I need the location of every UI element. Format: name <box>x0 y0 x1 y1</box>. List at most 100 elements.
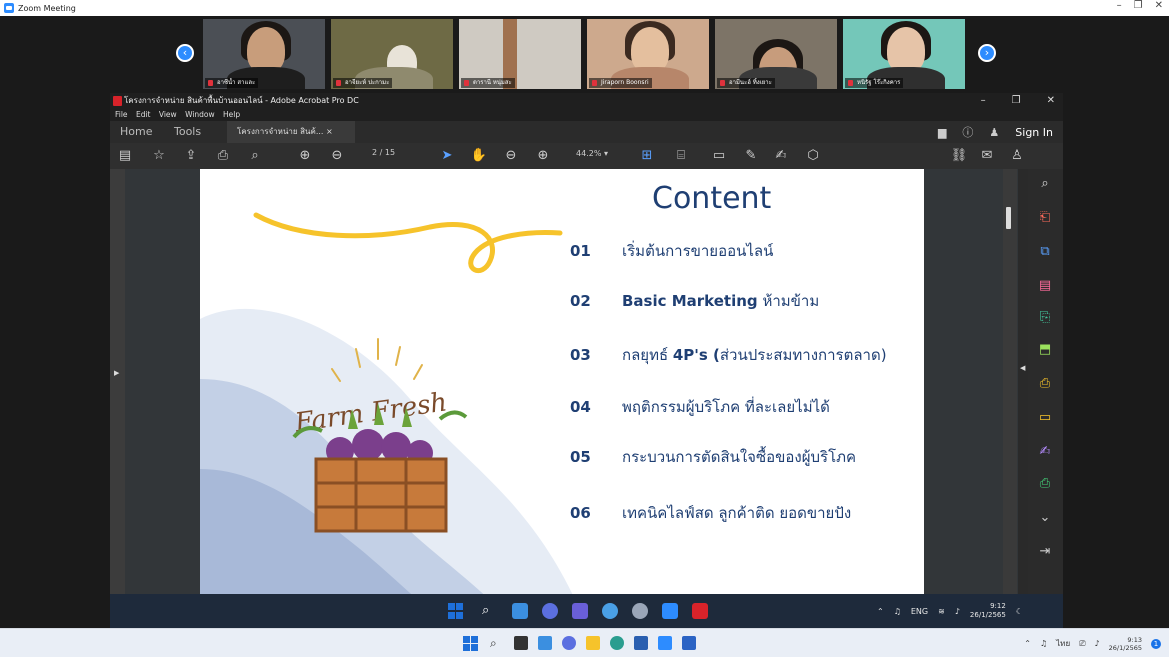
start-icon[interactable] <box>463 636 478 651</box>
presentation-icon[interactable]: ⌸ <box>672 147 690 165</box>
sign-in-button[interactable]: Sign In <box>1015 126 1053 139</box>
collapse-pane-icon[interactable]: ⇥ <box>1036 543 1054 561</box>
edge-icon[interactable] <box>610 636 624 650</box>
shared-clock[interactable]: 9:12 26/1/2565 <box>970 602 1006 620</box>
task-view-icon[interactable] <box>512 603 528 619</box>
share-link-icon[interactable]: ⛓ <box>950 147 968 165</box>
tab-tools[interactable]: Tools <box>174 121 201 143</box>
teams-icon[interactable] <box>572 603 588 619</box>
language-indicator[interactable]: ENG <box>911 607 928 616</box>
select-cursor-icon[interactable]: ➤ <box>438 147 456 165</box>
zoom-in-icon[interactable]: ⊕ <box>534 147 552 165</box>
left-panel-toggle[interactable]: ▶ <box>110 169 125 610</box>
menu-view[interactable]: View <box>159 110 177 119</box>
search-icon[interactable]: ⌕ <box>482 603 498 619</box>
request-signature-icon[interactable]: ⎙ <box>1036 375 1054 393</box>
more-tools-chevron-icon[interactable]: ⌄ <box>1036 509 1054 527</box>
zoom-taskbar-icon[interactable] <box>662 603 678 619</box>
comment-tool-icon[interactable]: ▭ <box>710 147 728 165</box>
language-indicator[interactable]: ไทย <box>1056 637 1070 650</box>
video-tile[interactable]: อามีนะฮ์ ทิ้งเยาะ <box>715 19 837 89</box>
chevron-up-icon[interactable]: ⌃ <box>1024 639 1031 648</box>
volume-icon[interactable]: ♪ <box>955 607 960 616</box>
chat-icon[interactable] <box>562 636 576 650</box>
chevron-up-icon[interactable]: ⌃ <box>877 607 884 616</box>
minimize-button[interactable]: – <box>1117 0 1122 11</box>
zoom-out-icon[interactable]: ⊖ <box>502 147 520 165</box>
combine-files-icon[interactable]: ⧉ <box>1036 243 1054 261</box>
menu-window[interactable]: Window <box>185 110 215 119</box>
create-pdf-icon[interactable]: ⎗ <box>1036 209 1054 227</box>
hand-tool-icon[interactable]: ✋ <box>470 147 488 165</box>
next-page-button[interactable]: › <box>978 44 996 62</box>
network-icon[interactable]: ⎚ <box>1079 639 1085 649</box>
start-icon[interactable] <box>448 603 464 619</box>
chat-icon[interactable] <box>542 603 558 619</box>
comment-panel-icon[interactable]: ▭ <box>1036 409 1054 427</box>
menu-edit[interactable]: Edit <box>136 110 151 119</box>
settings-icon[interactable] <box>632 603 648 619</box>
menu-help[interactable]: Help <box>223 110 240 119</box>
file-explorer-icon[interactable] <box>586 636 600 650</box>
search-icon[interactable]: ⌕ <box>1036 175 1054 193</box>
add-user-icon[interactable]: ♙ <box>1008 147 1026 165</box>
video-tile[interactable]: Jiraporn Boonsri <box>587 19 709 89</box>
acrobat-toolbar: ▤ ☆ ⇪ ⎙ ⌕ ⊕ ⊖ 2 / 15 ➤ ✋ ⊖ ⊕ 44.2% ▾ ⊞ ⌸… <box>110 143 1063 169</box>
video-tile[interactable]: อาซีน้ำ สาและ <box>203 19 325 89</box>
notification-badge[interactable]: 1 <box>1151 638 1161 649</box>
fill-sign-icon[interactable]: ✍ <box>1036 443 1054 461</box>
video-tile[interactable]: หนิรัฐ โร๊ะกิงคาร <box>843 19 965 89</box>
zoom-level-select[interactable]: 44.2% ▾ <box>576 149 608 158</box>
word-icon[interactable] <box>682 636 696 650</box>
mic-icon[interactable]: ♫ <box>894 607 901 616</box>
stamp-icon[interactable]: ⬡ <box>804 147 822 165</box>
task-view-icon[interactable] <box>514 636 528 650</box>
previous-page-button[interactable]: ‹ <box>176 44 194 62</box>
sign-icon[interactable]: ✍ <box>772 147 790 165</box>
maximize-button[interactable]: ❐ <box>1134 0 1143 11</box>
star-icon[interactable]: ☆ <box>150 147 168 165</box>
zoom-taskbar-icon[interactable] <box>658 636 672 650</box>
acrobat-titlebar: โครงการจำหน่าย สินค้าพื้นบ้านออนไลน์ - A… <box>110 93 1063 109</box>
tab-document[interactable]: โครงการจำหน่าย สินค้... × <box>227 121 355 143</box>
highlight-pen-icon[interactable]: ✎ <box>742 147 760 165</box>
page-down-icon[interactable]: ⊖ <box>328 147 346 165</box>
print-icon[interactable]: ⎙ <box>214 147 232 165</box>
acrobat-taskbar-icon[interactable] <box>692 603 708 619</box>
app-icon[interactable] <box>602 603 618 619</box>
page-up-icon[interactable]: ⊕ <box>296 147 314 165</box>
search-icon[interactable]: ⌕ <box>490 636 504 650</box>
upload-icon[interactable]: ⇪ <box>182 147 200 165</box>
store-icon[interactable] <box>634 636 648 650</box>
zoom-search-icon[interactable]: ⌕ <box>246 147 264 165</box>
video-strip: ‹ อาซีน้ำ สาและ อาจียะห์ ปะกามะ ดารานี ห… <box>0 16 1169 92</box>
minimize-button[interactable]: – <box>981 93 986 109</box>
wifi-icon[interactable]: ≋ <box>938 607 945 616</box>
edit-pdf-icon[interactable]: ⎘ <box>1036 309 1054 327</box>
video-tile[interactable]: อาจียะห์ ปะกามะ <box>331 19 453 89</box>
bell-icon[interactable]: ♟ <box>989 126 999 139</box>
close-button[interactable]: ✕ <box>1155 0 1163 11</box>
close-button[interactable]: ✕ <box>1047 93 1055 109</box>
volume-icon[interactable]: ♪ <box>1095 639 1100 648</box>
right-panel-toggle[interactable]: ◀ <box>1018 169 1028 610</box>
fit-page-icon[interactable]: ⊞ <box>638 147 656 165</box>
export-pdf-icon[interactable]: ⬒ <box>1036 341 1054 359</box>
organize-pages-icon[interactable]: ▤ <box>1036 277 1054 295</box>
comment-icon[interactable]: ▆ <box>938 126 946 139</box>
scrollbar-thumb[interactable] <box>1006 207 1011 229</box>
maximize-button[interactable]: ❐ <box>1012 93 1021 109</box>
video-tile[interactable]: ดารานี หนุ่มสะ <box>459 19 581 89</box>
widgets-icon[interactable] <box>538 636 552 650</box>
tab-home[interactable]: Home <box>120 121 152 143</box>
vertical-scrollbar[interactable] <box>1003 169 1017 610</box>
moon-icon[interactable]: ☾ <box>1016 607 1023 616</box>
menu-file[interactable]: File <box>115 110 128 119</box>
page-indicator[interactable]: 2 / 15 <box>372 148 395 157</box>
print-production-icon[interactable]: ⎙ <box>1036 475 1054 493</box>
help-icon[interactable]: ⓘ <box>962 124 973 140</box>
clock[interactable]: 9:13 26/1/2565 <box>1109 636 1142 652</box>
mic-icon[interactable]: ♫ <box>1040 639 1047 648</box>
email-icon[interactable]: ✉ <box>978 147 996 165</box>
save-icon[interactable]: ▤ <box>116 147 134 165</box>
